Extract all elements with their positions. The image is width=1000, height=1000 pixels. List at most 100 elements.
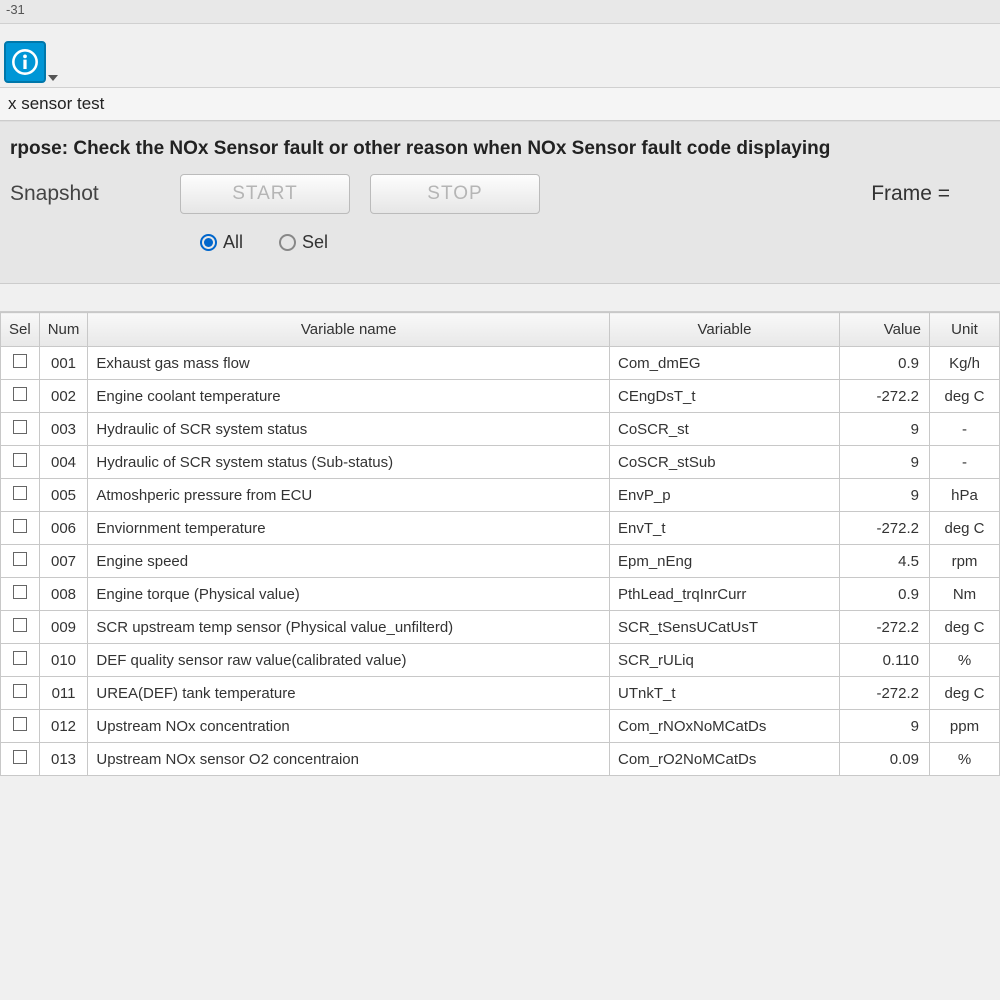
row-checkbox-cell[interactable] (1, 611, 40, 644)
row-checkbox-cell[interactable] (1, 578, 40, 611)
row-value: 9 (840, 479, 930, 512)
row-checkbox-cell[interactable] (1, 512, 40, 545)
row-variable: Com_rNOxNoMCatDs (610, 710, 840, 743)
row-num: 002 (39, 380, 88, 413)
row-unit: ppm (930, 710, 1000, 743)
row-num: 008 (39, 578, 88, 611)
table-row[interactable]: 008Engine torque (Physical value)PthLead… (1, 578, 1000, 611)
checkbox-icon[interactable] (13, 684, 27, 698)
row-num: 007 (39, 545, 88, 578)
checkbox-icon[interactable] (13, 354, 27, 368)
checkbox-icon[interactable] (13, 420, 27, 434)
filter-radio-group: All Sel (0, 224, 1000, 284)
row-value: 9 (840, 710, 930, 743)
row-variable: Epm_nEng (610, 545, 840, 578)
variables-table: Sel Num Variable name Variable Value Uni… (0, 312, 1000, 776)
row-value: 0.9 (840, 578, 930, 611)
col-header-name[interactable]: Variable name (88, 313, 610, 347)
row-checkbox-cell[interactable] (1, 380, 40, 413)
row-variable: SCR_tSensUCatUsT (610, 611, 840, 644)
snapshot-label: Snapshot (10, 182, 160, 206)
table-row[interactable]: 005Atmoshperic pressure from ECUEnvP_p9h… (1, 479, 1000, 512)
start-button[interactable]: START (180, 174, 350, 214)
radio-sel[interactable]: Sel (279, 232, 328, 253)
table-header-row: Sel Num Variable name Variable Value Uni… (1, 313, 1000, 347)
row-variable: PthLead_trqInrCurr (610, 578, 840, 611)
row-num: 010 (39, 644, 88, 677)
row-value: 0.110 (840, 644, 930, 677)
row-variable-name: SCR upstream temp sensor (Physical value… (88, 611, 610, 644)
row-variable-name: Engine coolant temperature (88, 380, 610, 413)
toolbar-dropdown[interactable] (46, 75, 60, 87)
row-num: 001 (39, 347, 88, 380)
row-checkbox-cell[interactable] (1, 413, 40, 446)
checkbox-icon[interactable] (13, 717, 27, 731)
col-header-num[interactable]: Num (39, 313, 88, 347)
row-unit: deg C (930, 380, 1000, 413)
table-row[interactable]: 002Engine coolant temperatureCEngDsT_t-2… (1, 380, 1000, 413)
title-text: -31 (6, 2, 25, 17)
row-value: -272.2 (840, 512, 930, 545)
row-value: 0.09 (840, 743, 930, 776)
checkbox-icon[interactable] (13, 453, 27, 467)
row-unit: - (930, 413, 1000, 446)
table-row[interactable]: 003Hydraulic of SCR system statusCoSCR_s… (1, 413, 1000, 446)
stop-button[interactable]: STOP (370, 174, 540, 214)
row-variable-name: Upstream NOx concentration (88, 710, 610, 743)
info-icon (11, 48, 39, 76)
row-variable: SCR_rULiq (610, 644, 840, 677)
radio-all[interactable]: All (200, 232, 243, 253)
col-header-var[interactable]: Variable (610, 313, 840, 347)
row-variable-name: Engine speed (88, 545, 610, 578)
row-checkbox-cell[interactable] (1, 446, 40, 479)
table-row[interactable]: 001Exhaust gas mass flowCom_dmEG0.9Kg/h (1, 347, 1000, 380)
row-variable: CoSCR_st (610, 413, 840, 446)
row-checkbox-cell[interactable] (1, 677, 40, 710)
row-variable: CoSCR_stSub (610, 446, 840, 479)
purpose-label: rpose: Check the NOx Sensor fault or oth… (0, 121, 1000, 168)
row-num: 009 (39, 611, 88, 644)
row-unit: deg C (930, 611, 1000, 644)
checkbox-icon[interactable] (13, 486, 27, 500)
table-row[interactable]: 013Upstream NOx sensor O2 concentraionCo… (1, 743, 1000, 776)
row-checkbox-cell[interactable] (1, 479, 40, 512)
row-checkbox-cell[interactable] (1, 710, 40, 743)
row-num: 004 (39, 446, 88, 479)
checkbox-icon[interactable] (13, 387, 27, 401)
purpose-text: rpose: Check the NOx Sensor fault or oth… (10, 138, 830, 159)
row-unit: Nm (930, 578, 1000, 611)
col-header-sel[interactable]: Sel (1, 313, 40, 347)
checkbox-icon[interactable] (13, 750, 27, 764)
row-value: 9 (840, 413, 930, 446)
table-row[interactable]: 009SCR upstream temp sensor (Physical va… (1, 611, 1000, 644)
row-checkbox-cell[interactable] (1, 347, 40, 380)
row-num: 005 (39, 479, 88, 512)
radio-all-label: All (223, 232, 243, 253)
radio-sel-label: Sel (302, 232, 328, 253)
checkbox-icon[interactable] (13, 519, 27, 533)
row-variable-name: Hydraulic of SCR system status (Sub-stat… (88, 446, 610, 479)
table-row[interactable]: 004Hydraulic of SCR system status (Sub-s… (1, 446, 1000, 479)
info-button[interactable] (4, 41, 46, 83)
table-row[interactable]: 007Engine speedEpm_nEng4.5rpm (1, 545, 1000, 578)
col-header-value[interactable]: Value (840, 313, 930, 347)
row-num: 003 (39, 413, 88, 446)
row-variable: Com_dmEG (610, 347, 840, 380)
row-variable: UTnkT_t (610, 677, 840, 710)
table-row[interactable]: 012Upstream NOx concentrationCom_rNOxNoM… (1, 710, 1000, 743)
col-header-unit[interactable]: Unit (930, 313, 1000, 347)
table-row[interactable]: 010DEF quality sensor raw value(calibrat… (1, 644, 1000, 677)
row-value: 9 (840, 446, 930, 479)
table-row[interactable]: 006Enviornment temperatureEnvT_t-272.2de… (1, 512, 1000, 545)
row-checkbox-cell[interactable] (1, 644, 40, 677)
checkbox-icon[interactable] (13, 651, 27, 665)
row-checkbox-cell[interactable] (1, 743, 40, 776)
row-value: 0.9 (840, 347, 930, 380)
checkbox-icon[interactable] (13, 552, 27, 566)
row-variable-name: Upstream NOx sensor O2 concentraion (88, 743, 610, 776)
checkbox-icon[interactable] (13, 618, 27, 632)
table-row[interactable]: 011UREA(DEF) tank temperatureUTnkT_t-272… (1, 677, 1000, 710)
row-checkbox-cell[interactable] (1, 545, 40, 578)
row-num: 011 (39, 677, 88, 710)
checkbox-icon[interactable] (13, 585, 27, 599)
